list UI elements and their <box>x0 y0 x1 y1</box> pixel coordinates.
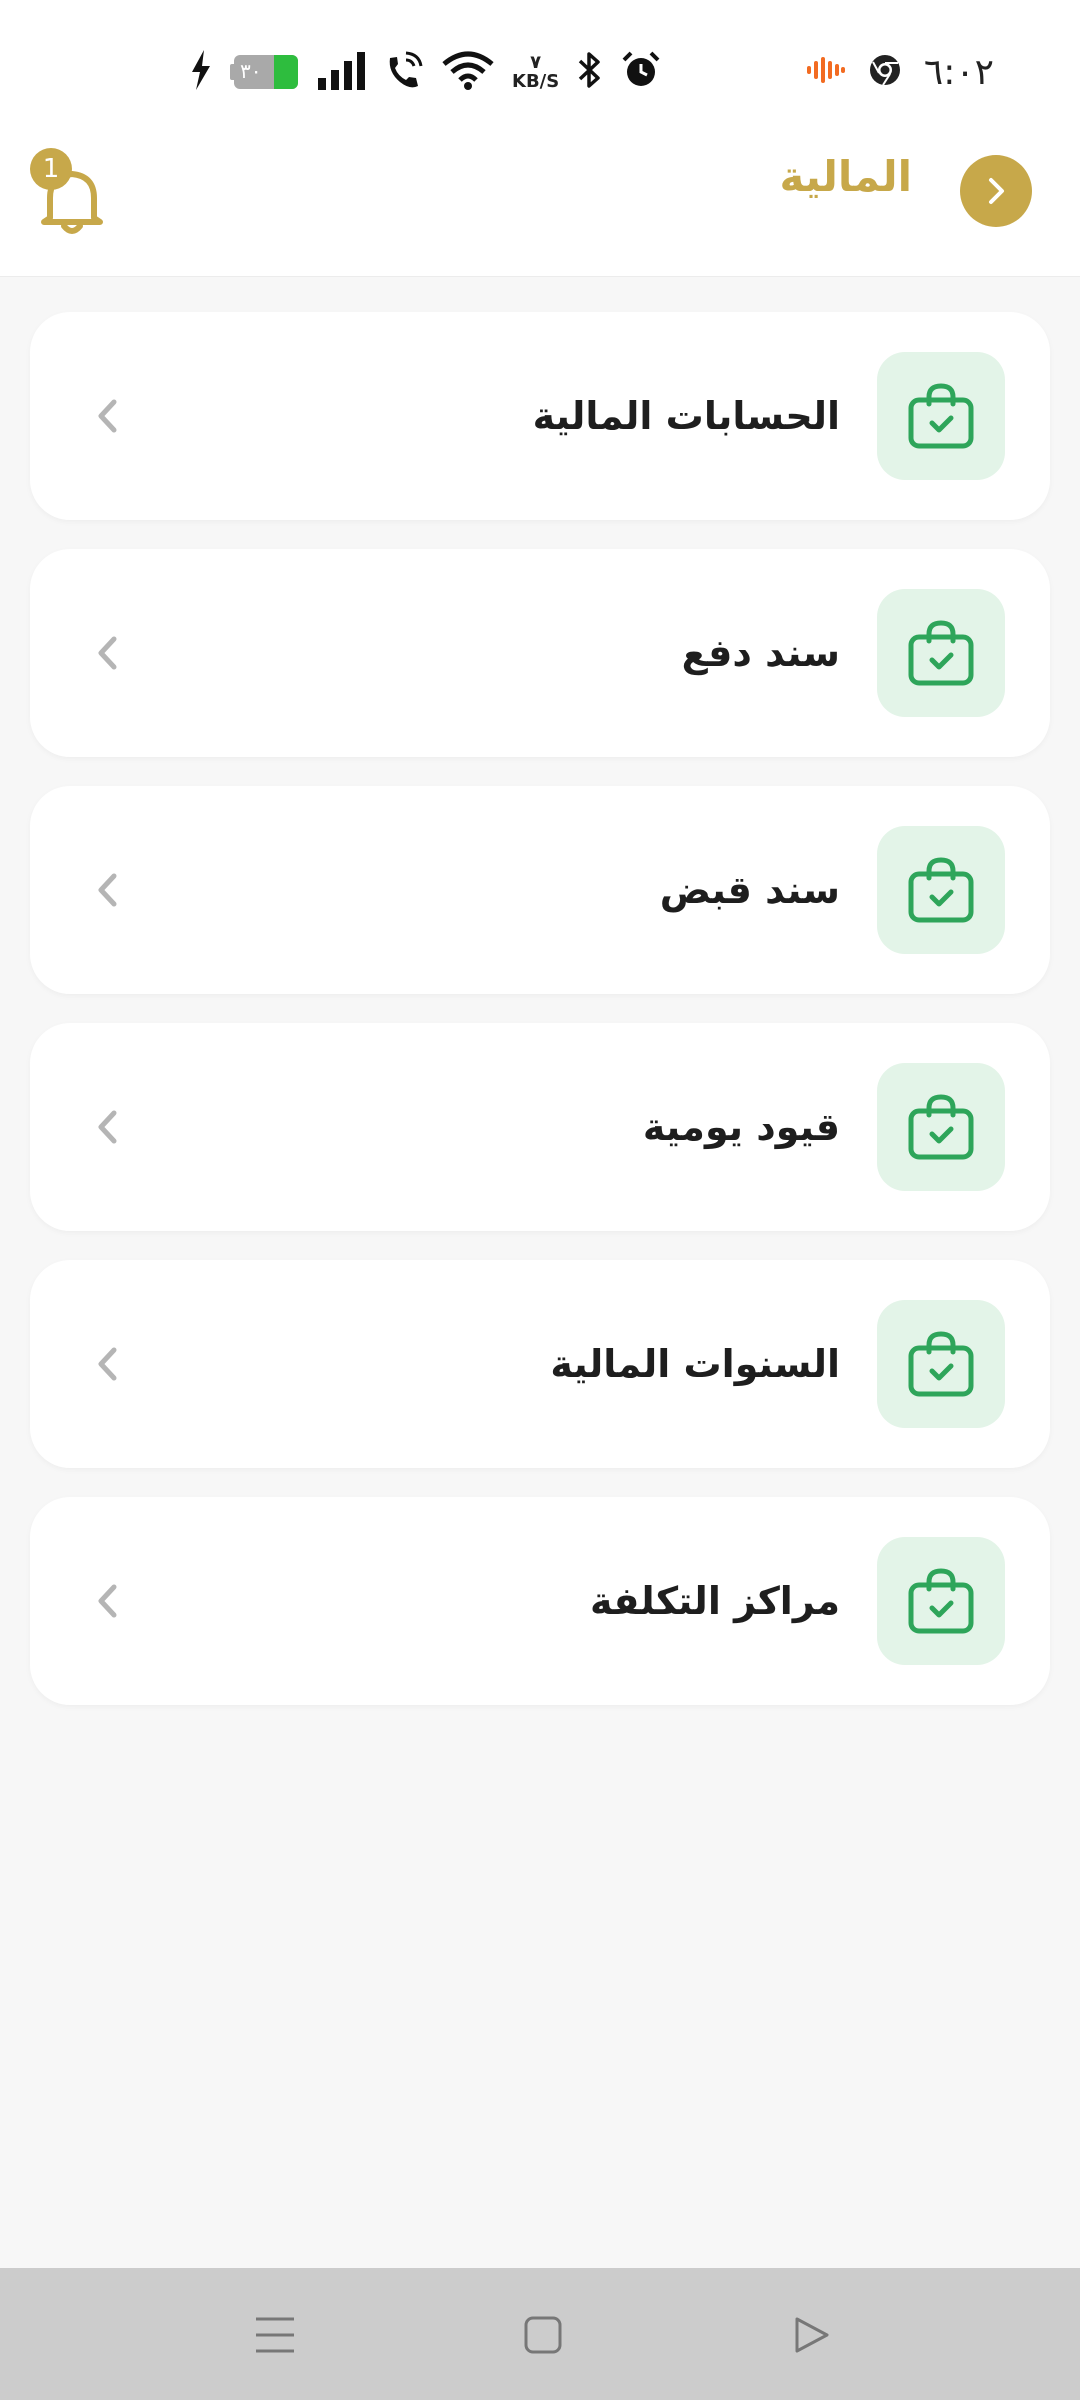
menu-item-5[interactable]: السنوات المالية <box>30 1260 1050 1468</box>
menu-item-label: الحسابات المالية <box>532 394 840 438</box>
notifications-button[interactable]: 1 <box>30 148 110 238</box>
audio-icon <box>806 55 846 89</box>
battery-level: ٣٠ <box>240 59 262 83</box>
home-button[interactable] <box>518 2310 568 2360</box>
menu-item-3[interactable]: سند قبض <box>30 786 1050 994</box>
chevron-left-icon <box>88 870 128 910</box>
menu-icon <box>256 2317 294 2353</box>
page-title: المالية <box>779 152 912 201</box>
chevron-right-icon <box>989 178 1004 204</box>
net-speed-unit: KB/S <box>512 71 560 92</box>
menu-item-2[interactable]: سند دفع <box>30 549 1050 757</box>
status-bar: ٣٠ ٧ KB/S ٦:٠٢ <box>0 0 1080 138</box>
net-speed: ٧ KB/S <box>512 53 559 91</box>
shopping-bag-icon <box>877 1537 1005 1665</box>
menu-item-4[interactable]: قيود يومية <box>30 1023 1050 1231</box>
alarm-icon <box>621 50 661 94</box>
menu-item-6[interactable]: مراكز التكلفة <box>30 1497 1050 1705</box>
menu-item-1[interactable]: الحسابات المالية <box>30 312 1050 520</box>
signal-icon <box>316 50 366 94</box>
finance-menu-list: الحسابات المالية سند دفع سند قبض قيود يو… <box>30 312 1050 1734</box>
back-icon <box>795 2317 829 2353</box>
shopping-bag-icon <box>877 826 1005 954</box>
status-icons-left: ٣٠ ٧ KB/S <box>190 44 661 100</box>
shopping-bag-icon <box>877 589 1005 717</box>
shopping-bag-icon <box>877 1063 1005 1191</box>
chevron-left-icon <box>88 1581 128 1621</box>
menu-item-label: مراكز التكلفة <box>590 1579 840 1623</box>
chevron-left-icon <box>88 633 128 673</box>
chrome-icon <box>868 53 902 91</box>
menu-item-label: السنوات المالية <box>550 1342 840 1386</box>
notification-badge: 1 <box>30 148 72 190</box>
wifi-call-icon <box>384 50 424 94</box>
chevron-left-icon <box>88 1107 128 1147</box>
shopping-bag-icon <box>877 1300 1005 1428</box>
home-icon <box>524 2316 562 2354</box>
status-icons-right: ٦:٠٢ <box>806 44 994 100</box>
back-button[interactable] <box>960 155 1032 227</box>
system-nav-bar <box>0 2268 1080 2400</box>
wifi-icon <box>442 50 494 94</box>
recent-apps-button[interactable] <box>250 2310 300 2360</box>
battery-icon: ٣٠ <box>234 55 298 89</box>
shopping-bag-icon <box>877 352 1005 480</box>
menu-item-label: قيود يومية <box>642 1105 840 1149</box>
net-speed-value: ٧ <box>530 52 542 73</box>
charging-icon <box>190 50 212 94</box>
back-nav-button[interactable] <box>786 2310 836 2360</box>
status-time: ٦:٠٢ <box>923 51 994 93</box>
bluetooth-icon <box>577 50 603 94</box>
chevron-left-icon <box>88 1344 128 1384</box>
chevron-left-icon <box>88 396 128 436</box>
app-header: 1 المالية <box>0 138 1080 277</box>
menu-item-label: سند دفع <box>681 631 840 675</box>
menu-item-label: سند قبض <box>659 868 840 912</box>
